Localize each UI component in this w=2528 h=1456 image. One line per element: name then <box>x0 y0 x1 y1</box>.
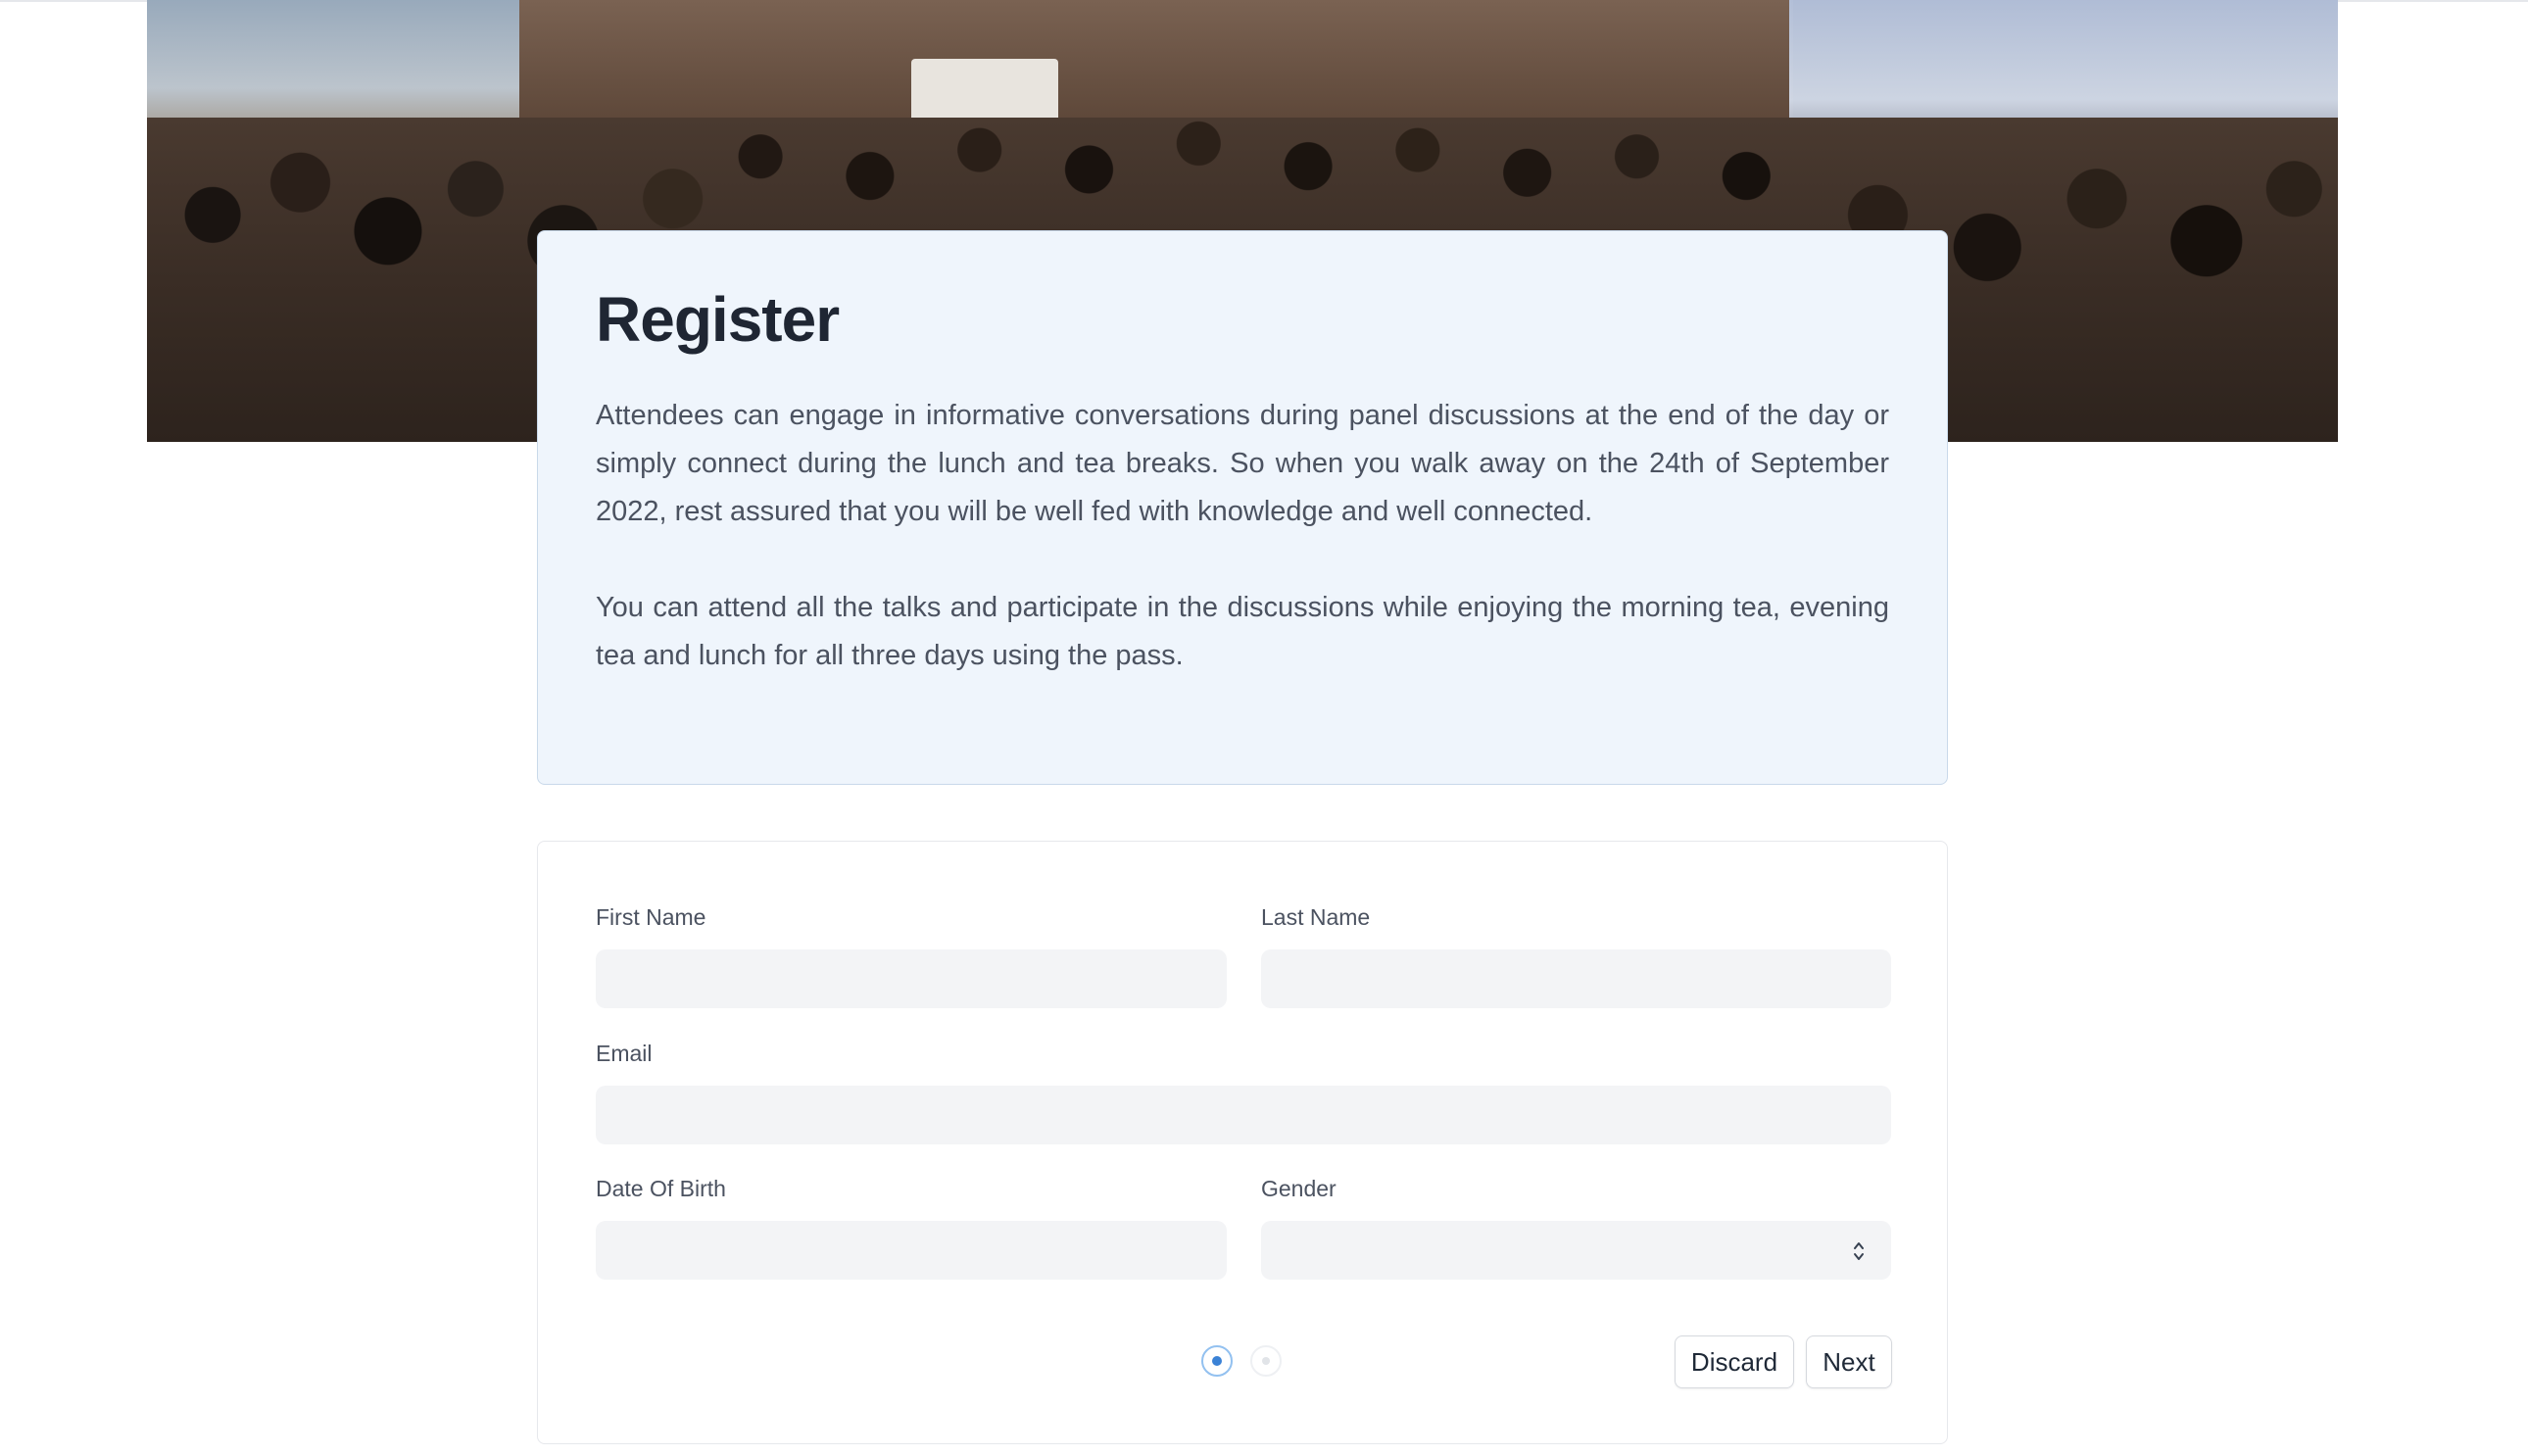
chevron-up-down-icon <box>1854 1242 1864 1260</box>
gender-select[interactable] <box>1261 1221 1891 1280</box>
intro-card: Register Attendees can engage in informa… <box>537 230 1948 785</box>
email-input[interactable] <box>596 1086 1891 1144</box>
first-name-input[interactable] <box>596 949 1227 1008</box>
registration-form: First Name Last Name Email Date Of Birth… <box>537 841 1948 1444</box>
first-name-label: First Name <box>596 904 706 930</box>
gender-label: Gender <box>1261 1176 1337 1201</box>
step-dot-1-active[interactable] <box>1201 1345 1233 1377</box>
intro-paragraph-1: Attendees can engage in informative conv… <box>596 400 1889 527</box>
page-title: Register <box>596 284 840 355</box>
next-button[interactable]: Next <box>1806 1335 1892 1388</box>
discard-button[interactable]: Discard <box>1675 1335 1794 1388</box>
intro-paragraph-2: You can attend all the talks and partici… <box>596 592 1889 671</box>
email-label: Email <box>596 1041 653 1066</box>
last-name-input[interactable] <box>1261 949 1891 1008</box>
date-of-birth-label: Date Of Birth <box>596 1176 726 1201</box>
last-name-label: Last Name <box>1261 904 1371 930</box>
date-of-birth-input[interactable] <box>596 1221 1227 1280</box>
step-dot-2[interactable] <box>1250 1345 1282 1377</box>
